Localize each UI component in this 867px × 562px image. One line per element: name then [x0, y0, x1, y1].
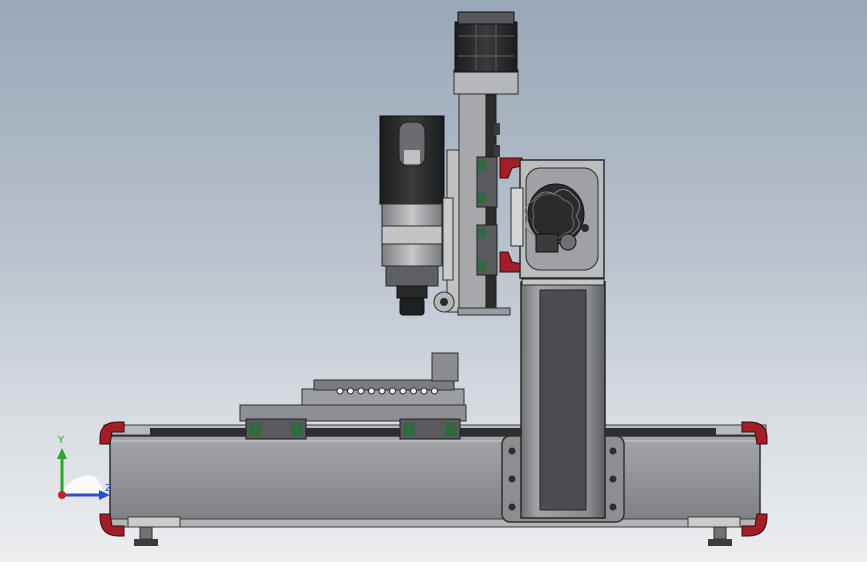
table-hole — [378, 387, 386, 395]
coordinate-triad: Y Z — [44, 435, 124, 512]
table-hole — [347, 387, 354, 395]
z-axis-motor — [453, 11, 519, 95]
table-hole — [410, 387, 417, 395]
base-frame — [103, 424, 767, 528]
triad-z-label: Z — [105, 483, 112, 494]
triad-base — [61, 475, 104, 495]
table-hole — [368, 387, 375, 395]
cad-viewport[interactable]: Y Z — [0, 0, 867, 562]
triad-y-arrow — [57, 448, 67, 459]
vertical-column — [520, 278, 606, 519]
cnc-machine-model[interactable] — [0, 0, 867, 562]
x-axis-motor-housing — [510, 159, 605, 279]
table-hole — [399, 387, 407, 395]
table-hole — [420, 387, 428, 395]
table-hole — [357, 387, 365, 395]
table-hole — [336, 387, 344, 395]
table-hole — [389, 387, 396, 395]
spindle-assembly — [379, 115, 455, 316]
work-table — [239, 352, 467, 422]
triad-origin-x-axis — [58, 491, 66, 499]
table-hole — [431, 387, 438, 395]
triad-y-label: Y — [58, 435, 65, 446]
